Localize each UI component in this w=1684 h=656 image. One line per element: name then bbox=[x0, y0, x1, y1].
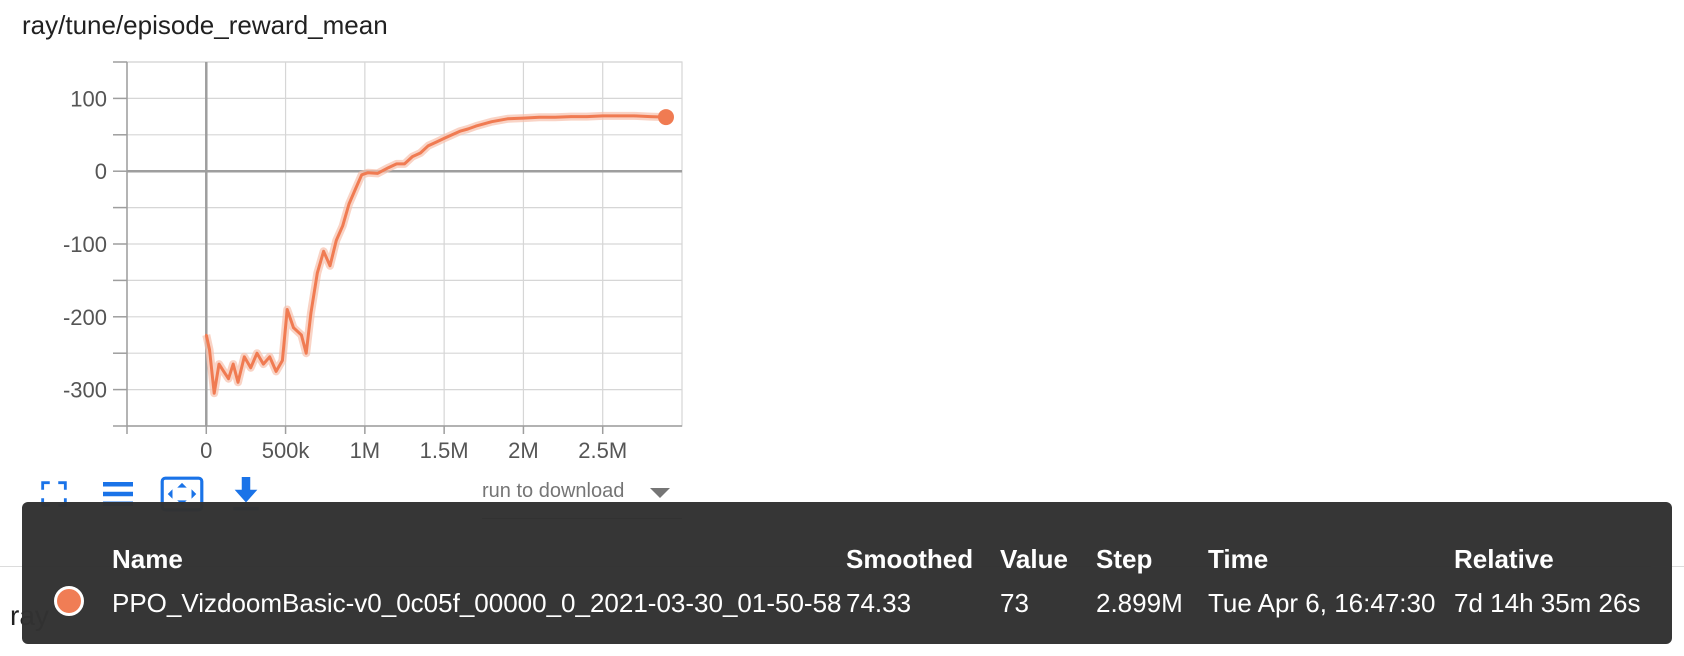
data-point bbox=[450, 133, 454, 136]
data-point bbox=[268, 355, 271, 359]
y-tick-label: -300 bbox=[63, 378, 107, 403]
tooltip-header-smoothed: Smoothed bbox=[846, 544, 974, 574]
data-point bbox=[347, 202, 351, 206]
data-point bbox=[217, 362, 221, 366]
tooltip-header-step: Step bbox=[1096, 544, 1153, 574]
data-point bbox=[435, 140, 438, 144]
tooltip-header-name: Name bbox=[112, 544, 183, 574]
tooltip-run-name: PPO_VizdoomBasic-v0_0c05f_00000_0_2021-0… bbox=[112, 588, 842, 618]
data-point bbox=[617, 114, 620, 118]
x-tick-label: 0 bbox=[200, 438, 212, 463]
data-point bbox=[227, 377, 230, 380]
run-download-label: run to download bbox=[482, 480, 625, 502]
tooltip-header-value: Value bbox=[1000, 544, 1068, 574]
tooltip-value: 73 bbox=[1000, 588, 1029, 618]
data-point bbox=[411, 155, 414, 158]
data-point bbox=[285, 308, 289, 311]
line-chart[interactable]: 100 0 -100 -200 -300 0 500k 1M 1.5M 2M 2.5M bbox=[0, 0, 1684, 480]
data-point bbox=[222, 370, 225, 373]
data-point bbox=[213, 392, 216, 395]
y-tick-label: 0 bbox=[95, 159, 107, 184]
x-tick-label: 1.5M bbox=[420, 438, 469, 463]
data-point bbox=[300, 333, 303, 337]
data-point bbox=[466, 127, 470, 131]
tooltip-header-relative: Relative bbox=[1454, 544, 1554, 574]
data-point bbox=[649, 115, 652, 118]
data-point bbox=[341, 224, 344, 227]
data-point bbox=[243, 355, 246, 359]
data-point bbox=[255, 352, 259, 355]
data-point bbox=[569, 115, 573, 118]
chevron-down-icon bbox=[650, 488, 670, 498]
data-point bbox=[232, 362, 235, 366]
data-point bbox=[585, 115, 589, 118]
data-point bbox=[522, 116, 525, 120]
data-point bbox=[335, 239, 338, 242]
data-point bbox=[633, 114, 636, 118]
data-point bbox=[322, 250, 325, 253]
tooltip-header-time: Time bbox=[1208, 544, 1269, 574]
x-tick-label: 2.5M bbox=[578, 438, 627, 463]
x-tick-label: 1M bbox=[350, 438, 381, 463]
data-point bbox=[395, 162, 398, 166]
data-point bbox=[366, 171, 370, 174]
tooltip-step: 2.899M bbox=[1096, 588, 1183, 618]
data-point bbox=[304, 352, 308, 355]
data-point bbox=[360, 173, 363, 177]
chart-tick-labels: 100 0 -100 -200 -300 0 500k 1M 1.5M 2M 2.5M bbox=[63, 86, 627, 463]
data-point bbox=[427, 144, 430, 147]
data-point bbox=[538, 116, 541, 119]
data-point bbox=[553, 116, 557, 119]
data-point bbox=[309, 311, 313, 315]
data-point bbox=[376, 172, 379, 175]
y-tick-label: 100 bbox=[70, 86, 107, 111]
data-point bbox=[262, 362, 265, 366]
x-tick-label: 500k bbox=[262, 438, 311, 463]
data-point bbox=[205, 333, 208, 337]
data-point bbox=[506, 117, 509, 120]
data-point bbox=[442, 137, 446, 140]
hover-point-marker bbox=[657, 109, 674, 126]
tooltip-smoothed: 74.33 bbox=[846, 588, 912, 618]
data-point bbox=[354, 188, 357, 191]
y-tick-label: -100 bbox=[63, 232, 107, 257]
data-point bbox=[387, 166, 390, 169]
data-point bbox=[490, 120, 493, 123]
data-point bbox=[458, 129, 462, 133]
data-point bbox=[281, 359, 284, 362]
data-point bbox=[328, 264, 332, 268]
tooltip-relative: 7d 14h 35m 26s bbox=[1454, 588, 1641, 618]
data-point bbox=[208, 348, 211, 351]
data-point bbox=[316, 271, 319, 275]
series-color-swatch bbox=[54, 586, 84, 616]
data-point bbox=[249, 366, 252, 369]
data-point bbox=[419, 151, 422, 155]
series-line[interactable] bbox=[204, 114, 667, 395]
data-point bbox=[274, 370, 278, 373]
data-point bbox=[236, 381, 240, 384]
y-tick-label: -200 bbox=[63, 305, 107, 330]
x-tick-label: 2M bbox=[508, 438, 539, 463]
chart-tooltip: Name Smoothed Value Step Time Relative P… bbox=[22, 502, 1672, 644]
series-raw-line bbox=[202, 111, 667, 398]
data-point bbox=[601, 114, 604, 118]
chart-series bbox=[202, 109, 674, 398]
tooltip-time: Tue Apr 6, 16:47:30 bbox=[1208, 588, 1436, 618]
data-point bbox=[292, 326, 295, 329]
data-point bbox=[403, 162, 406, 166]
data-point bbox=[474, 124, 478, 128]
